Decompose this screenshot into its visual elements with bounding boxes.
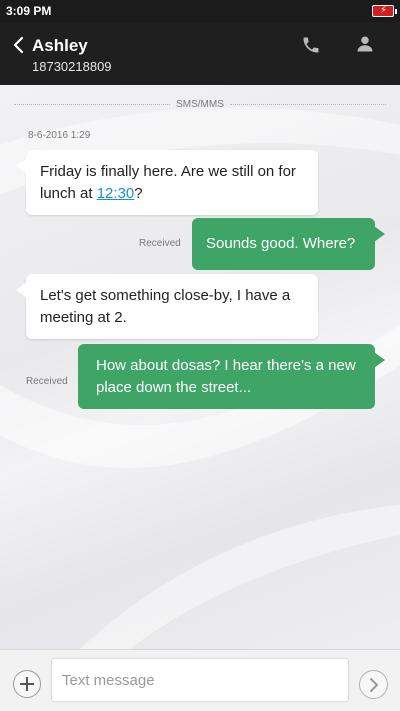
message-timestamp: 8-6-2016 1:29 [28,130,91,141]
composer-bar [0,649,400,711]
battery-icon: ⚡ [372,5,397,17]
status-bar: 3:09 PM ⚡ [0,0,400,22]
status-time: 3:09 PM [6,4,52,18]
contact-number: 18730218809 [32,59,112,74]
thread-type-label: SMS/MMS [176,98,224,110]
thread-type-divider: SMS/MMS [14,97,386,111]
message-bubble-incoming[interactable]: Friday is finally here. Are we still on … [16,150,318,215]
contact-person-icon[interactable] [355,34,375,54]
delivery-status: Received [26,376,68,387]
phone-icon[interactable] [301,35,321,55]
chevron-right-icon [370,678,378,692]
conversation-header: Ashley 18730218809 [0,22,400,85]
message-text: How about dosas? I hear there's a new pl… [96,357,356,396]
message-input[interactable] [51,658,349,702]
message-bubble-outgoing[interactable]: Sounds good. Where? [192,218,385,270]
add-attachment-button[interactable] [13,670,41,698]
message-text: Let's get something close-by, I have a m… [40,287,291,326]
message-bubble-incoming[interactable]: Let's get something close-by, I have a m… [16,274,318,339]
message-text: Sounds good. Where? [206,235,356,252]
contact-name[interactable]: Ashley [32,36,88,56]
time-link[interactable]: 12:30 [97,185,135,202]
message-text: Friday is finally here. Are we still on … [40,163,296,202]
message-thread[interactable]: SMS/MMS 8-6-2016 1:29 Friday is finally … [0,85,400,649]
back-arrow-icon[interactable] [10,34,30,56]
message-text-suffix: ? [134,185,143,202]
message-bubble-outgoing[interactable]: How about dosas? I hear there's a new pl… [78,344,385,409]
delivery-status: Received [139,238,181,249]
send-button[interactable] [359,670,388,699]
